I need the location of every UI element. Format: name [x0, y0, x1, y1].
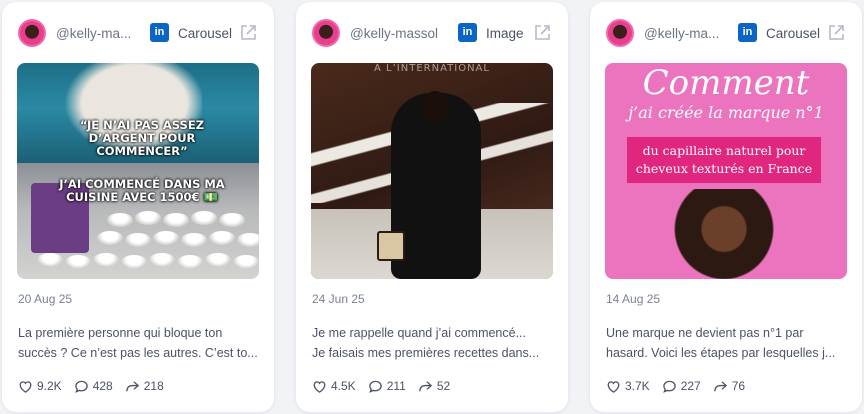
post-stats: 3.7K 227 76 [606, 377, 745, 395]
description-line: Une marque ne devient pas n°1 par [606, 326, 804, 340]
heart-icon [313, 380, 326, 393]
likes-count: 9.2K [37, 379, 62, 393]
heart-icon [607, 380, 620, 393]
comments-stat: 211 [368, 379, 406, 394]
description-line: succès ? Ce n’est pas les autres. C’est … [18, 346, 258, 360]
post-date: 20 Aug 25 [18, 292, 73, 306]
post-image[interactable]: À L’INTERNATIONAL [311, 63, 553, 279]
shares-count: 52 [436, 379, 451, 393]
likes-stat: 4.5K [312, 379, 356, 394]
description-line: hasard. Voici les étapes par lesquelles … [606, 346, 836, 360]
post-type-label: Carousel [766, 26, 821, 41]
likes-count: 4.5K [331, 379, 356, 393]
post-image[interactable]: “JE N’AI PAS ASSEZ D’ARGENT POUR COMMENC… [17, 63, 259, 279]
image-watermark: À L’INTERNATIONAL [374, 63, 490, 74]
comments-count: 211 [386, 379, 406, 393]
description-line: Je me rappelle quand j’ai commencé... [312, 326, 527, 340]
post-header: @kelly-ma... in Carousel [18, 18, 258, 48]
likes-stat: 3.7K [606, 379, 650, 394]
description-line: Je faisais mes premières recettes dans..… [312, 346, 540, 360]
shares-count: 218 [143, 379, 164, 393]
post-header: @kelly-ma... in Carousel [606, 18, 846, 48]
post-type-label: Carousel [178, 26, 233, 41]
avatar[interactable] [606, 19, 634, 47]
comments-count: 227 [680, 379, 701, 393]
post-description: Je me rappelle quand j’ai commencé... Je… [312, 323, 552, 363]
post-type-label: Image [486, 26, 524, 41]
likes-count: 3.7K [625, 379, 650, 393]
external-link-icon[interactable] [826, 23, 846, 43]
shares-stat: 52 [418, 379, 450, 394]
external-link-icon[interactable] [238, 23, 258, 43]
shares-stat: 76 [713, 379, 745, 394]
image-caption: J’AI COMMENCÉ DANS MA CUISINE AVEC 1500€… [59, 177, 225, 204]
share-icon [125, 380, 139, 391]
image-band-text: du capillaire naturel pour cheveux textu… [627, 137, 821, 183]
post-card[interactable]: @kelly-ma... in Carousel “JE N’AI PAS AS… [2, 2, 274, 412]
image-title: Comment [642, 63, 810, 103]
external-link-icon[interactable] [532, 23, 552, 43]
comment-icon [662, 380, 676, 393]
linkedin-icon: in [458, 23, 477, 42]
share-icon [713, 380, 727, 391]
image-caption: “JE N’AI PAS ASSEZ D’ARGENT POUR COMMENC… [79, 118, 205, 158]
linkedin-icon: in [738, 23, 757, 42]
post-date: 14 Aug 25 [606, 292, 661, 306]
post-header: @kelly-massol in Image [312, 18, 552, 48]
comments-stat: 428 [74, 379, 113, 394]
author-handle[interactable]: @kelly-massol [350, 26, 450, 41]
shares-stat: 218 [125, 379, 164, 394]
comments-stat: 227 [662, 379, 701, 394]
heart-icon [19, 380, 32, 393]
post-image[interactable]: Comment j’ai créée la marque n°1 du capi… [605, 63, 847, 279]
comments-count: 428 [92, 379, 113, 393]
image-subtitle: j’ai créée la marque n°1 [628, 103, 824, 122]
description-line: La première personne qui bloque ton [18, 326, 223, 340]
author-handle[interactable]: @kelly-ma... [56, 26, 144, 41]
post-description: La première personne qui bloque ton succ… [18, 323, 258, 363]
post-card[interactable]: @kelly-ma... in Carousel Comment j’ai cr… [590, 2, 862, 412]
post-description: Une marque ne devient pas n°1 par hasard… [606, 323, 846, 363]
post-card[interactable]: @kelly-massol in Image À L’INTERNATIONAL… [296, 2, 568, 412]
avatar[interactable] [312, 19, 340, 47]
comment-icon [368, 380, 382, 393]
comment-icon [74, 380, 88, 393]
likes-stat: 9.2K [18, 379, 62, 394]
linkedin-icon: in [150, 23, 169, 42]
author-handle[interactable]: @kelly-ma... [644, 26, 732, 41]
post-date: 24 Jun 25 [312, 292, 365, 306]
share-icon [419, 380, 432, 391]
post-stats: 4.5K 211 52 [312, 377, 450, 395]
avatar[interactable] [18, 19, 46, 47]
post-stats: 9.2K 428 218 [18, 377, 164, 395]
shares-count: 76 [731, 379, 746, 393]
